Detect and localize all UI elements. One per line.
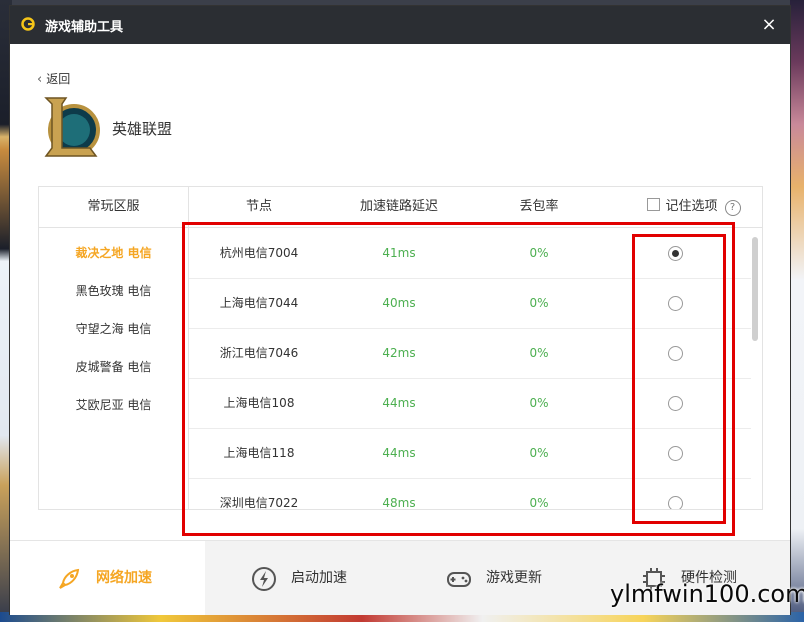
tool-window: 游戏辅助工具 × ‹ 返回 英雄联盟 常玩区服 裁决之地 电信 黑色玫瑰 电信 守… [10, 6, 790, 615]
column-header-node: 节点 [245, 199, 272, 214]
table-row[interactable]: 浙江电信7046 42ms 0% [189, 328, 751, 379]
node-latency: 40ms [382, 296, 416, 310]
node-list: 杭州电信7004 41ms 0% 上海电信7044 40ms 0% 浙江电信70… [189, 228, 751, 509]
column-header-latency: 加速链路延迟 [359, 199, 438, 214]
background-right [790, 0, 804, 622]
region-list: 裁决之地 电信 黑色玫瑰 电信 守望之海 电信 皮城警备 电信 艾欧尼亚 电信 [39, 240, 188, 430]
node-latency: 42ms [382, 346, 416, 360]
region-item[interactable]: 皮城警备 电信 [39, 354, 188, 392]
column-header-loss: 丢包率 [519, 199, 559, 214]
nav-hardware-check[interactable]: 硬件检测 [595, 541, 790, 615]
back-link[interactable]: ‹ 返回 [37, 70, 70, 87]
region-item[interactable]: 艾欧尼亚 电信 [39, 392, 188, 430]
node-loss: 0% [529, 446, 549, 460]
node-name: 浙江电信7046 [219, 346, 299, 360]
lightning-icon [252, 567, 276, 591]
table-row[interactable]: 上海电信118 44ms 0% [189, 428, 751, 479]
region-item[interactable]: 守望之海 电信 [39, 316, 188, 354]
remember-label[interactable]: 记住选项 [665, 199, 717, 214]
help-icon[interactable]: ? [724, 200, 741, 216]
node-latency: 44ms [382, 396, 416, 410]
node-loss: 0% [529, 496, 549, 509]
close-button[interactable]: × [758, 14, 780, 36]
remember-option: 记住选项? [629, 187, 759, 227]
node-loss: 0% [529, 246, 549, 260]
title-bar: 游戏辅助工具 × [10, 6, 790, 44]
chevron-left-icon: ‹ [37, 72, 43, 87]
league-logo-icon [44, 97, 100, 157]
node-name: 上海电信7044 [219, 296, 299, 310]
back-label: 返回 [46, 72, 71, 86]
node-name: 上海电信118 [223, 446, 295, 460]
node-radio[interactable] [667, 246, 683, 261]
node-list-scrollbar[interactable] [752, 237, 758, 341]
region-header: 常玩区服 [39, 187, 188, 228]
nav-network-accel[interactable]: 网络加速 [10, 541, 205, 615]
chip-icon [643, 568, 665, 590]
region-item[interactable]: 黑色玫瑰 电信 [39, 278, 188, 316]
nav-label: 硬件检测 [681, 570, 737, 586]
node-radio[interactable] [667, 346, 683, 361]
table-row[interactable]: 上海电信7044 40ms 0% [189, 278, 751, 329]
node-latency: 44ms [382, 446, 416, 460]
nav-label: 游戏更新 [486, 570, 542, 586]
node-name: 上海电信108 [223, 396, 295, 410]
nav-game-update[interactable]: 游戏更新 [400, 541, 595, 615]
server-panel: 常玩区服 裁决之地 电信 黑色玫瑰 电信 守望之海 电信 皮城警备 电信 艾欧尼… [38, 186, 763, 510]
node-radio[interactable] [667, 446, 683, 461]
app-logo-icon [21, 17, 35, 31]
game-name: 英雄联盟 [112, 120, 173, 138]
node-radio[interactable] [667, 496, 683, 509]
nav-label: 启动加速 [291, 570, 347, 586]
app-title: 游戏辅助工具 [45, 20, 124, 35]
node-loss: 0% [529, 346, 549, 360]
node-loss: 0% [529, 296, 549, 310]
bottom-nav: 网络加速 启动加速 游戏更新 硬件检测 [10, 540, 790, 615]
region-item[interactable]: 裁决之地 电信 [39, 240, 188, 278]
region-column: 常玩区服 裁决之地 电信 黑色玫瑰 电信 守望之海 电信 皮城警备 电信 艾欧尼… [39, 187, 189, 509]
nav-launch-accel[interactable]: 启动加速 [205, 541, 400, 615]
rocket-icon [59, 568, 80, 589]
node-name: 深圳电信7022 [219, 496, 299, 509]
node-latency: 41ms [382, 246, 416, 260]
table-row[interactable]: 杭州电信7004 41ms 0% [189, 228, 751, 279]
remember-checkbox[interactable] [647, 198, 661, 211]
node-radio[interactable] [667, 296, 683, 311]
node-name: 杭州电信7004 [219, 246, 299, 260]
nav-label: 网络加速 [96, 570, 152, 586]
table-row[interactable]: 上海电信108 44ms 0% [189, 378, 751, 429]
table-row[interactable]: 深圳电信7022 48ms 0% [189, 478, 751, 509]
node-table-header: 节点 加速链路延迟 丢包率 记住选项? [189, 187, 762, 228]
gamepad-icon [447, 572, 471, 587]
node-latency: 48ms [382, 496, 416, 509]
node-radio[interactable] [667, 396, 683, 411]
node-loss: 0% [529, 396, 549, 410]
